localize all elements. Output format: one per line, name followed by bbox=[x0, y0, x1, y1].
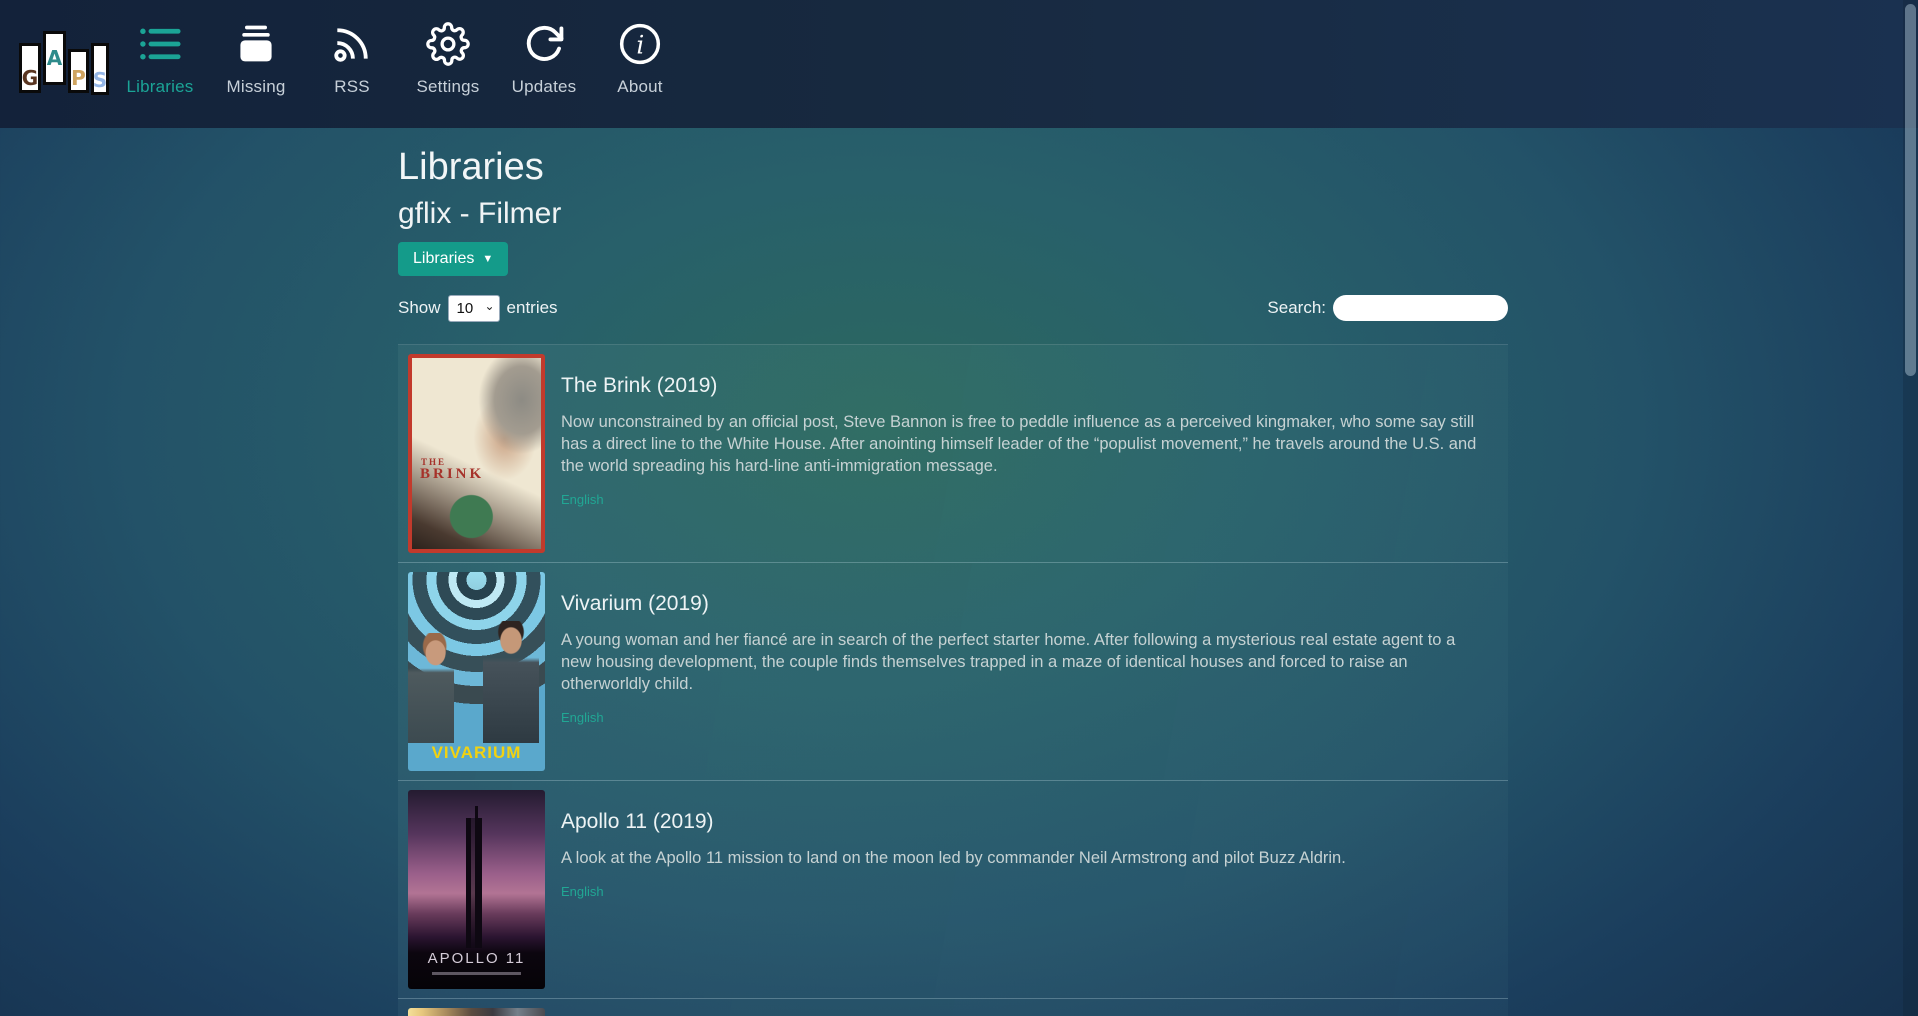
movie-info: The Brink (2019) Now unconstrained by an… bbox=[545, 354, 1490, 553]
movie-poster-the-brink: THE BRINK bbox=[408, 354, 545, 553]
nav-item-updates[interactable]: Updates bbox=[496, 0, 592, 97]
search-input[interactable] bbox=[1333, 295, 1508, 321]
movie-row-partial bbox=[398, 999, 1508, 1016]
search-control: Search: bbox=[1267, 295, 1508, 321]
movie-list: THE BRINK The Brink (2019) Now unconstra… bbox=[398, 344, 1508, 1016]
logo-letter-g: G bbox=[22, 66, 38, 90]
logo-letter-a: A bbox=[47, 46, 62, 70]
nav-label-rss: RSS bbox=[334, 77, 370, 97]
nav-item-libraries[interactable]: Libraries bbox=[112, 0, 208, 97]
info-icon: i bbox=[617, 21, 663, 67]
scrollbar-track[interactable] bbox=[1903, 0, 1918, 1016]
movie-info: Apollo 11 (2019) A look at the Apollo 11… bbox=[545, 790, 1490, 989]
poster-text: BRINK bbox=[420, 466, 484, 483]
logo-letter-p: P bbox=[71, 66, 86, 90]
nav-item-settings[interactable]: Settings bbox=[400, 0, 496, 97]
archive-box-icon bbox=[233, 21, 279, 67]
nav-item-missing[interactable]: Missing bbox=[208, 0, 304, 97]
movie-language: English bbox=[561, 492, 1490, 507]
navbar: G A P S Libraries Missing bbox=[0, 0, 1918, 128]
movie-info: Vivarium (2019) A young woman and her fi… bbox=[545, 572, 1490, 771]
search-label: Search: bbox=[1267, 298, 1326, 318]
movie-row-the-brink: THE BRINK The Brink (2019) Now unconstra… bbox=[398, 345, 1508, 563]
movie-title: The Brink (2019) bbox=[561, 374, 1490, 398]
movie-poster-partial bbox=[408, 1008, 545, 1016]
page-title: Libraries bbox=[398, 148, 1508, 186]
libraries-dropdown-label: Libraries bbox=[413, 250, 474, 268]
movie-row-vivarium: VIVARIUM Vivarium (2019) A young woman a… bbox=[398, 563, 1508, 781]
logo-tile-p: P bbox=[68, 49, 89, 93]
movie-poster-apollo-11: APOLLO 11 bbox=[408, 790, 545, 989]
poster-rocket-tower bbox=[466, 818, 482, 948]
refresh-icon bbox=[521, 21, 567, 67]
nav-label-updates: Updates bbox=[512, 77, 577, 97]
movie-description: Now unconstrained by an official post, S… bbox=[561, 411, 1490, 477]
logo-letter-s: S bbox=[93, 68, 107, 92]
poster-figure-right bbox=[483, 621, 539, 743]
movie-row-apollo-11: APOLLO 11 Apollo 11 (2019) A look at the… bbox=[398, 781, 1508, 999]
scrollbar-thumb[interactable] bbox=[1905, 4, 1916, 376]
nav-item-rss[interactable]: RSS bbox=[304, 0, 400, 97]
movie-info bbox=[545, 1008, 1490, 1016]
movie-title: Vivarium (2019) bbox=[561, 592, 1490, 616]
nav-label-about: About bbox=[617, 77, 662, 97]
poster-caption-line bbox=[432, 972, 521, 975]
rss-icon bbox=[329, 21, 375, 67]
nav-label-settings: Settings bbox=[416, 77, 479, 97]
nav-item-about[interactable]: i About bbox=[592, 0, 688, 97]
nav-label-missing: Missing bbox=[226, 77, 285, 97]
libraries-dropdown-button[interactable]: Libraries ▼ bbox=[398, 242, 508, 276]
movie-title: Apollo 11 (2019) bbox=[561, 810, 1490, 834]
page-length-select-wrap: 10 ⌄ bbox=[448, 295, 500, 322]
library-name-heading: gflix - Filmer bbox=[398, 198, 1508, 230]
gaps-logo: G A P S bbox=[0, 0, 112, 128]
movie-language: English bbox=[561, 710, 1490, 725]
poster-text: VIVARIUM bbox=[408, 743, 545, 763]
gear-icon bbox=[425, 21, 471, 67]
main-content: Libraries gflix - Filmer Libraries ▼ Sho… bbox=[398, 128, 1508, 1016]
entries-label: entries bbox=[507, 298, 558, 318]
movie-description: A look at the Apollo 11 mission to land … bbox=[561, 847, 1490, 869]
svg-text:i: i bbox=[636, 31, 644, 60]
nav-label-libraries: Libraries bbox=[127, 77, 194, 97]
poster-figure-left bbox=[408, 633, 454, 743]
caret-down-icon: ▼ bbox=[482, 254, 493, 265]
show-label: Show bbox=[398, 298, 441, 318]
page-length-select[interactable]: 10 bbox=[448, 295, 500, 322]
movie-language: English bbox=[561, 884, 1490, 899]
logo-tile-g: G bbox=[19, 43, 41, 93]
movie-description: A young woman and her fiancé are in sear… bbox=[561, 629, 1490, 695]
poster-text: APOLLO 11 bbox=[408, 950, 545, 967]
list-icon bbox=[137, 21, 183, 67]
page-length-control: Show 10 ⌄ entries bbox=[398, 295, 558, 322]
logo-tile-s: S bbox=[91, 43, 109, 95]
movie-poster-vivarium: VIVARIUM bbox=[408, 572, 545, 771]
table-controls: Show 10 ⌄ entries Search: bbox=[398, 294, 1508, 322]
logo-tile-a: A bbox=[43, 31, 66, 85]
